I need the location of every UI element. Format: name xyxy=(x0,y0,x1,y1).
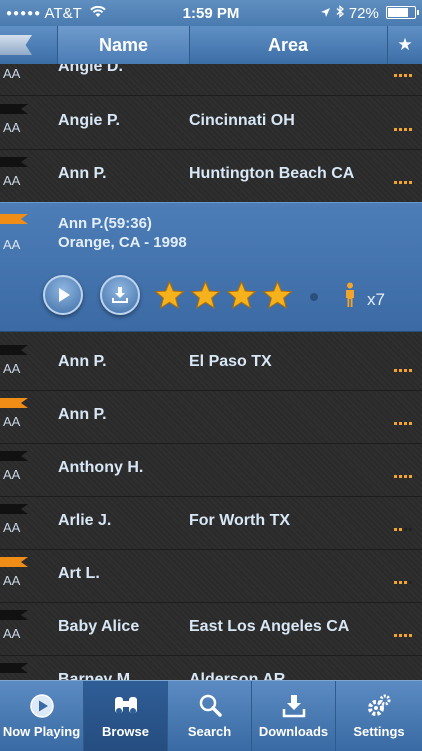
list-item[interactable]: AA Art L. xyxy=(0,549,422,603)
star-icon: ★ xyxy=(397,35,413,54)
tab-search[interactable]: Search xyxy=(168,681,252,751)
aa-badge: AA xyxy=(3,414,21,429)
speaker-name: Ann P. xyxy=(58,406,107,423)
rating-dots xyxy=(392,118,412,136)
list-item[interactable]: AA Ann P. xyxy=(0,390,422,444)
column-header-bar: Name Area ★ xyxy=(0,26,422,65)
sort-by-name-button[interactable]: Name xyxy=(57,26,190,64)
speaker-area: Cincinnati OH xyxy=(189,112,295,129)
tab-label: Browse xyxy=(102,724,149,739)
aa-badge: AA xyxy=(3,573,21,588)
speaker-name: Angie P. xyxy=(58,112,120,129)
rating-dots xyxy=(392,465,412,483)
star-icon[interactable] xyxy=(262,280,293,310)
aa-badge: AA xyxy=(3,66,21,81)
rating-dots xyxy=(392,571,412,589)
star-icon[interactable] xyxy=(226,280,257,310)
bookmark-flag-icon xyxy=(0,214,28,224)
tab-label: Now Playing xyxy=(2,724,81,739)
play-button[interactable] xyxy=(43,275,83,315)
speaker-name: Ann P. xyxy=(58,165,107,182)
download-tray-icon xyxy=(252,693,335,719)
speaker-area: For Worth TX xyxy=(189,512,291,529)
star-rating[interactable] xyxy=(154,280,298,315)
status-right: 72% xyxy=(320,5,419,22)
play-icon xyxy=(59,288,70,302)
speaker-name: Baby Alice xyxy=(58,618,140,635)
rating-dots xyxy=(392,359,412,377)
list-item[interactable]: AA Angie P. Cincinnati OH xyxy=(0,96,422,150)
rating-dots xyxy=(392,64,412,82)
bookmark-flag-icon xyxy=(0,663,28,673)
list-item[interactable]: AA Baby Alice East Los Angeles CA xyxy=(0,602,422,656)
play-circle-icon xyxy=(0,693,83,719)
speaker-name: Arlie J. xyxy=(58,512,112,529)
rating-dots xyxy=(392,171,412,189)
list-item[interactable]: AA Ann P. El Paso TX xyxy=(0,337,422,391)
gears-icon xyxy=(336,693,422,719)
star-icon[interactable] xyxy=(154,280,185,310)
bookmark-flag-icon xyxy=(0,345,28,355)
status-bar: ●●●●● AT&T 1:59 PM 72% xyxy=(0,0,422,26)
bookmark-flag-icon xyxy=(0,398,28,408)
speaker-area: East Los Angeles CA xyxy=(189,618,350,635)
battery-percent: 72% xyxy=(348,5,379,22)
rating-dots xyxy=(392,624,412,642)
aa-badge: AA xyxy=(3,237,21,252)
bookmark-flag-icon xyxy=(0,557,28,567)
star-icon[interactable] xyxy=(190,280,221,310)
list-item[interactable]: AA Anthony H. xyxy=(0,443,422,497)
story-location-year: Orange, CA - 1998 xyxy=(58,234,187,251)
story-title: Ann P.(59:36) xyxy=(58,215,152,232)
sort-by-area-button[interactable]: Area xyxy=(190,26,386,64)
tab-label: Downloads xyxy=(258,724,329,739)
speaker-name: Barney M. xyxy=(58,671,135,680)
expanded-list-item[interactable]: AA Ann P.(59:36) Orange, CA - 1998 x7 xyxy=(0,202,422,332)
bookmark-flag-icon xyxy=(0,504,28,514)
speaker-name: Anthony H. xyxy=(58,459,144,476)
bookmark-flag-icon xyxy=(0,610,28,620)
person-icon xyxy=(346,282,354,307)
speaker-area: Huntington Beach CA xyxy=(189,165,355,182)
list-item[interactable]: AA Angie D. xyxy=(0,64,422,96)
tab-label: Search xyxy=(187,724,232,739)
aa-badge: AA xyxy=(3,173,21,188)
speaker-name: Angie D. xyxy=(58,64,123,75)
download-button[interactable] xyxy=(100,275,140,315)
rating-dots xyxy=(392,518,412,536)
story-list[interactable]: AA Angie D. AA Angie P. Cincinnati OH AA… xyxy=(0,64,422,680)
listener-count: x7 xyxy=(367,290,385,309)
rating-dots xyxy=(392,412,412,430)
tab-settings[interactable]: Settings xyxy=(336,681,422,751)
location-arrow-icon xyxy=(320,5,335,22)
bookmark-flag-icon xyxy=(0,157,28,167)
star-empty-dot[interactable] xyxy=(310,293,318,301)
favorites-star-button[interactable]: ★ xyxy=(387,26,422,64)
speaker-name: Ann P. xyxy=(58,353,107,370)
list-item[interactable]: AA Barney M. Alderson AR xyxy=(0,655,422,680)
download-icon xyxy=(112,287,128,303)
bookmark-flag-icon xyxy=(0,104,28,114)
list-item[interactable]: AA Arlie J. For Worth TX xyxy=(0,496,422,550)
tab-bar: Now Playing Browse Search Downloads Sett… xyxy=(0,680,422,751)
bookmark-flag-icon xyxy=(0,451,28,461)
binoculars-icon xyxy=(84,693,167,719)
tab-browse[interactable]: Browse xyxy=(84,681,168,751)
speaker-name: Art L. xyxy=(58,565,100,582)
back-button[interactable] xyxy=(0,35,32,55)
tab-downloads[interactable]: Downloads xyxy=(252,681,336,751)
aa-badge: AA xyxy=(3,467,21,482)
bluetooth-icon xyxy=(336,5,349,22)
aa-badge: AA xyxy=(3,120,21,135)
aa-badge: AA xyxy=(3,520,21,535)
list-item[interactable]: AA Ann P. Huntington Beach CA xyxy=(0,149,422,203)
magnifier-icon xyxy=(168,693,251,719)
speaker-area: Alderson AR xyxy=(189,671,286,680)
aa-badge: AA xyxy=(3,626,21,641)
tab-now-playing[interactable]: Now Playing xyxy=(0,681,84,751)
tab-label: Settings xyxy=(353,724,405,739)
battery-icon xyxy=(386,6,419,19)
speaker-area: El Paso TX xyxy=(189,353,272,370)
aa-badge: AA xyxy=(3,361,21,376)
